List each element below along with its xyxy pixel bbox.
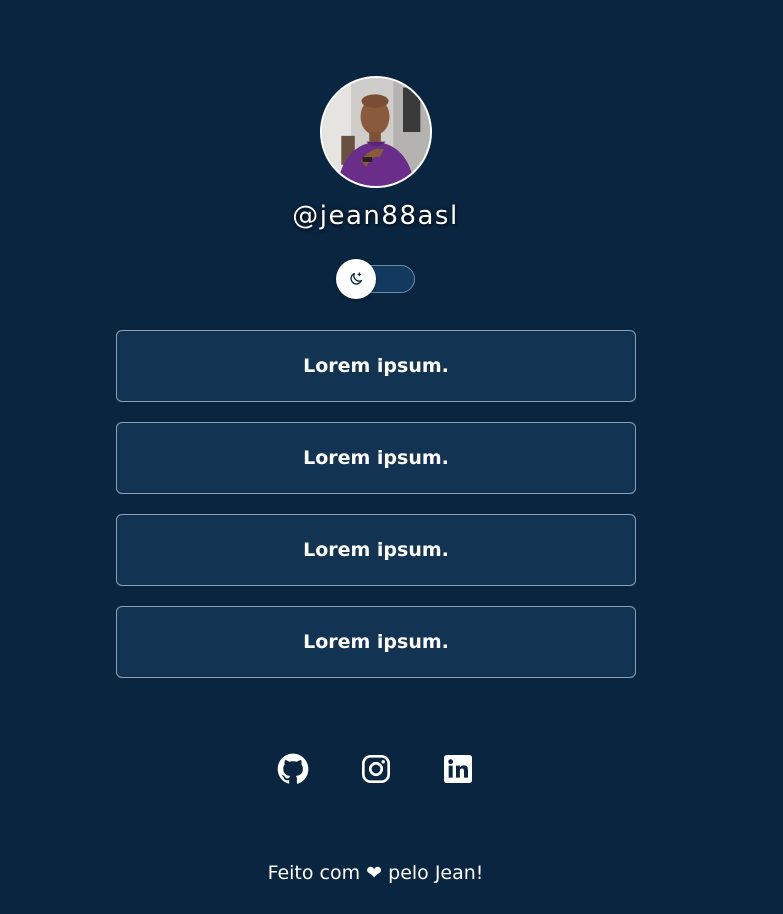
- instagram-link[interactable]: [360, 753, 392, 785]
- link-button-3[interactable]: Lorem ipsum.: [116, 514, 636, 586]
- github-icon: [277, 753, 309, 784]
- instagram-icon: [362, 755, 390, 783]
- moon-star-icon: [350, 272, 362, 285]
- linkedin-link[interactable]: [442, 753, 474, 785]
- theme-toggle[interactable]: [336, 259, 416, 301]
- social-links: [277, 753, 477, 785]
- linkedin-icon: [444, 755, 472, 783]
- toggle-knob[interactable]: [336, 259, 376, 299]
- footer-text: Feito com ❤ pelo Jean!: [267, 862, 484, 884]
- github-link[interactable]: [277, 753, 309, 785]
- link-list: Lorem ipsum. Lorem ipsum. Lorem ipsum. L…: [116, 330, 636, 698]
- link-button-2[interactable]: Lorem ipsum.: [116, 422, 636, 494]
- profile-handle: @jean88asl: [292, 201, 459, 231]
- page: @jean88asl Lorem ipsum. Lorem ipsum. Lor…: [0, 0, 783, 914]
- link-button-1[interactable]: Lorem ipsum.: [116, 330, 636, 402]
- avatar-photo: [322, 78, 430, 186]
- avatar: [320, 76, 432, 188]
- link-button-4[interactable]: Lorem ipsum.: [116, 606, 636, 678]
